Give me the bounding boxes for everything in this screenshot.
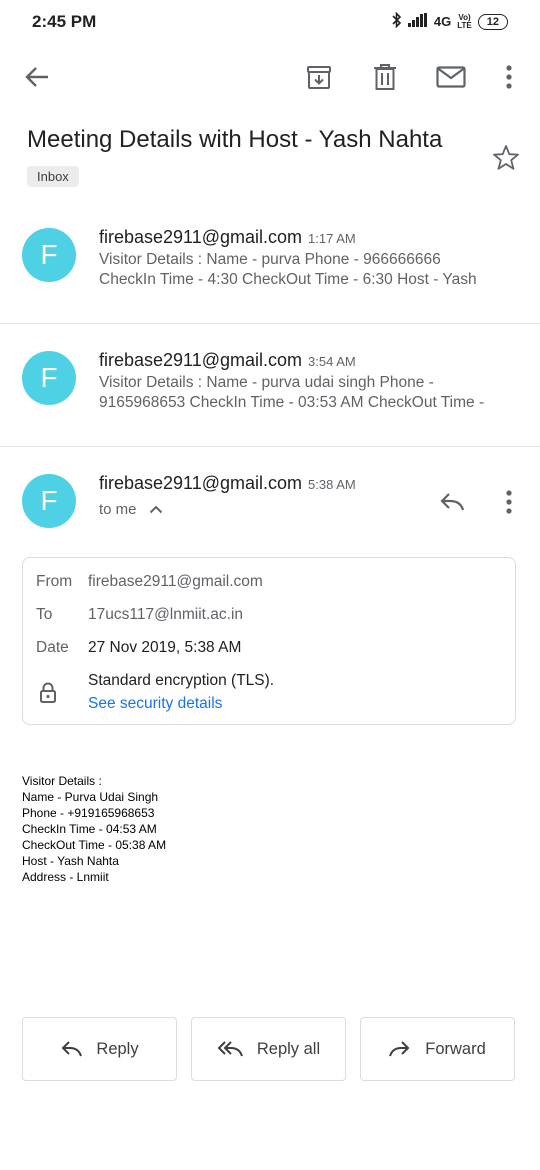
from-label: From [36, 573, 73, 590]
more-vert-icon[interactable] [492, 60, 526, 94]
encryption-text: Standard encryption (TLS). [88, 672, 275, 689]
body-line: Visitor Details : [22, 774, 102, 788]
avatar[interactable]: F [22, 351, 76, 405]
reply-icon[interactable] [435, 485, 469, 519]
network-type: 4G [433, 14, 452, 29]
date-label: Date [36, 639, 69, 656]
back-arrow-icon[interactable] [20, 60, 54, 94]
message-time: 5:38 AM [308, 477, 356, 492]
message-more-icon[interactable] [492, 485, 526, 519]
trash-icon[interactable] [368, 60, 402, 94]
avatar[interactable]: F [22, 228, 76, 282]
reply-label: Reply [96, 1039, 139, 1058]
archive-icon[interactable] [302, 60, 336, 94]
status-time: 2:45 PM [32, 12, 97, 31]
body-line: CheckIn Time - 04:53 AM [22, 822, 157, 836]
forward-button[interactable]: Forward [360, 1017, 515, 1081]
message-header: firebase2911@gmail.com 5:38 AM [99, 473, 356, 494]
message-time: 1:17 AM [308, 231, 356, 246]
body-line: Name - Purva Udai Singh [22, 790, 159, 804]
date-value: 27 Nov 2019, 5:38 AM [88, 639, 242, 656]
reply-all-label: Reply all [256, 1039, 321, 1058]
to-value: 17ucs117@lnmiit.ac.in [88, 606, 244, 623]
volte-indicator: Vo) LTE [457, 12, 472, 30]
lock-icon [39, 682, 57, 709]
sender-email: firebase2911@gmail.com [99, 227, 303, 247]
forward-label: Forward [425, 1039, 486, 1058]
body-line: Host - Yash Nahta [22, 854, 119, 868]
reply-button[interactable]: Reply [22, 1017, 177, 1081]
sender-email: firebase2911@gmail.com [99, 350, 303, 370]
message-snippet: Visitor Details : Name - purva Phone - 9… [99, 251, 477, 288]
recipient-text: to me [99, 501, 137, 518]
message-collapsed-2[interactable]: F firebase2911@gmail.com 3:54 AM Visitor … [0, 324, 540, 446]
chevron-up-icon [149, 505, 162, 514]
avatar[interactable]: F [22, 474, 76, 528]
reply-icon [61, 1041, 83, 1057]
body-line: Address - Lnmiit [22, 870, 109, 884]
message-header: firebase2911@gmail.com 3:54 AM [99, 350, 356, 371]
message-header: firebase2911@gmail.com 1:17 AM [99, 227, 356, 248]
forward-icon [389, 1041, 410, 1057]
sender-email: firebase2911@gmail.com [99, 473, 303, 493]
star-icon[interactable] [492, 144, 520, 176]
security-details-link[interactable]: See security details [88, 695, 222, 713]
body-line: Phone - +919165968653 [22, 806, 155, 820]
signal-icon [407, 13, 428, 30]
reply-all-button[interactable]: Reply all [191, 1017, 346, 1081]
message-details-card: From firebase2911@gmail.com To 17ucs117@… [22, 557, 516, 725]
message-collapsed-1[interactable]: F firebase2911@gmail.com 1:17 AM Visitor … [0, 205, 540, 323]
bluetooth-icon [392, 11, 402, 31]
inbox-label-chip[interactable]: Inbox [27, 166, 79, 187]
body-line: CheckOut Time - 05:38 AM [22, 838, 167, 852]
status-icons: 4G Vo) LTE 12 [392, 11, 508, 31]
reply-all-icon [217, 1041, 243, 1057]
thread-subject: Meeting Details with Host - Yash Nahta [27, 126, 443, 153]
battery-indicator: 12 [477, 13, 508, 30]
recipient-toggle[interactable]: to me [99, 501, 163, 518]
from-value: firebase2911@gmail.com [88, 573, 263, 590]
mail-icon[interactable] [434, 60, 468, 94]
divider [0, 446, 540, 447]
to-label: To [36, 606, 53, 623]
message-time: 3:54 AM [308, 354, 356, 369]
message-snippet: Visitor Details : Name - purva udai sing… [99, 374, 485, 411]
